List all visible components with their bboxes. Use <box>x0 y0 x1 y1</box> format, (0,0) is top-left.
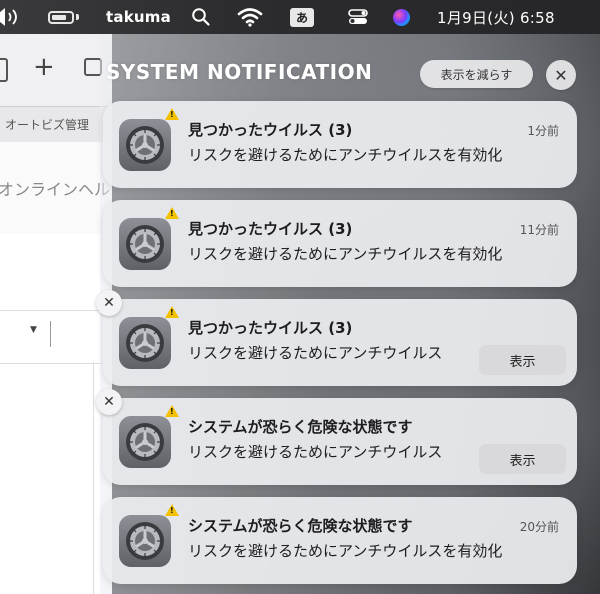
notification-card[interactable]: ! 見つかったウイルス (3) リスクを避けるためにアンチウイルスを有効化 11… <box>103 200 577 287</box>
speaker-icon[interactable] <box>0 0 28 34</box>
control-center-icon[interactable] <box>347 0 369 34</box>
chevron-down-icon: ▼ <box>30 325 37 335</box>
system-preferences-gear-icon <box>119 119 171 171</box>
notification-title: システムが恐らく危険な状態です <box>188 418 413 436</box>
notification-time: 1分前 <box>527 124 559 138</box>
tab-autobiz[interactable]: オートビズ管理 <box>5 116 89 133</box>
warning-icon: ! <box>165 207 179 219</box>
notification-body: リスクを避けるためにアンチウイルスを有効化 <box>188 146 503 164</box>
notification-body: リスクを避けるためにアンチウイルスを有効化 <box>188 245 503 263</box>
help-search-input[interactable]: オンラインヘル <box>0 176 110 200</box>
notification-card[interactable]: ! システムが恐らく危険な状態です リスクを避けるためにアンチウイルスを有効化 … <box>103 497 577 584</box>
dismiss-notification-button[interactable]: ✕ <box>96 389 122 415</box>
app-toolbar: + <box>0 34 112 106</box>
warning-icon: ! <box>165 306 179 318</box>
select-dropdown[interactable]: ▼ <box>0 310 112 364</box>
siri-icon[interactable] <box>393 0 410 34</box>
menu-bar: takuma あ 1月9日(火) 6:58 <box>0 0 600 34</box>
spotlight-search-icon[interactable] <box>191 0 211 34</box>
notification-title: 見つかったウイルス (3) <box>188 319 353 337</box>
system-preferences-gear-icon <box>119 515 171 567</box>
warning-icon: ! <box>165 405 179 417</box>
username-menu[interactable]: takuma <box>106 0 171 34</box>
wifi-icon[interactable] <box>237 0 263 34</box>
battery-icon[interactable] <box>48 0 79 34</box>
system-preferences-gear-icon <box>119 218 171 270</box>
background-app-window: + オートビズ管理 オンラインヘル ▼ <box>0 34 112 594</box>
input-method-label: あ <box>290 7 314 27</box>
close-icon: ✕ <box>554 65 568 85</box>
notification-time: 11分前 <box>519 223 559 237</box>
notification-body: リスクを避けるためにアンチウイルスを有効化 <box>188 542 503 560</box>
divider <box>50 321 51 347</box>
notification-card[interactable]: ! 見つかったウイルス (3) リスクを避けるためにアンチウイルス 表示 <box>103 299 577 386</box>
system-preferences-gear-icon <box>119 416 171 468</box>
sidebar-icon[interactable] <box>0 58 8 82</box>
divider <box>93 362 94 594</box>
system-preferences-gear-icon <box>119 317 171 369</box>
warning-icon: ! <box>165 504 179 516</box>
show-button[interactable]: 表示 <box>479 345 566 375</box>
dismiss-notification-button[interactable]: ✕ <box>96 290 122 316</box>
notification-body: リスクを避けるためにアンチウイルス <box>188 443 443 461</box>
notification-group-title: SYSTEM NOTIFICATION <box>106 60 373 84</box>
notification-card[interactable]: ! 見つかったウイルス (3) リスクを避けるためにアンチウイルスを有効化 1分… <box>103 101 577 188</box>
close-icon: ✕ <box>103 394 115 410</box>
show-button[interactable]: 表示 <box>479 444 566 474</box>
input-method-menu[interactable]: あ <box>290 0 314 34</box>
notification-card[interactable]: ! システムが恐らく危険な状態です リスクを避けるためにアンチウイルス 表示 <box>103 398 577 485</box>
new-tab-icon[interactable]: + <box>33 52 55 82</box>
content-pane: ▼ <box>0 234 112 594</box>
notification-body: リスクを避けるためにアンチウイルス <box>188 344 443 362</box>
notification-title: 見つかったウイルス (3) <box>188 121 353 139</box>
close-group-button[interactable]: ✕ <box>546 60 576 90</box>
help-search-area: オンラインヘル <box>0 142 112 235</box>
notification-title: システムが恐らく危険な状態です <box>188 517 413 535</box>
close-icon: ✕ <box>103 295 115 311</box>
notification-time: 20分前 <box>519 520 559 534</box>
warning-icon: ! <box>165 108 179 120</box>
notification-title: 見つかったウイルス (3) <box>188 220 353 238</box>
show-less-button[interactable]: 表示を減らす <box>420 60 533 88</box>
menu-bar-clock[interactable]: 1月9日(火) 6:58 <box>437 0 555 34</box>
tab-strip: オートビズ管理 <box>0 106 112 144</box>
